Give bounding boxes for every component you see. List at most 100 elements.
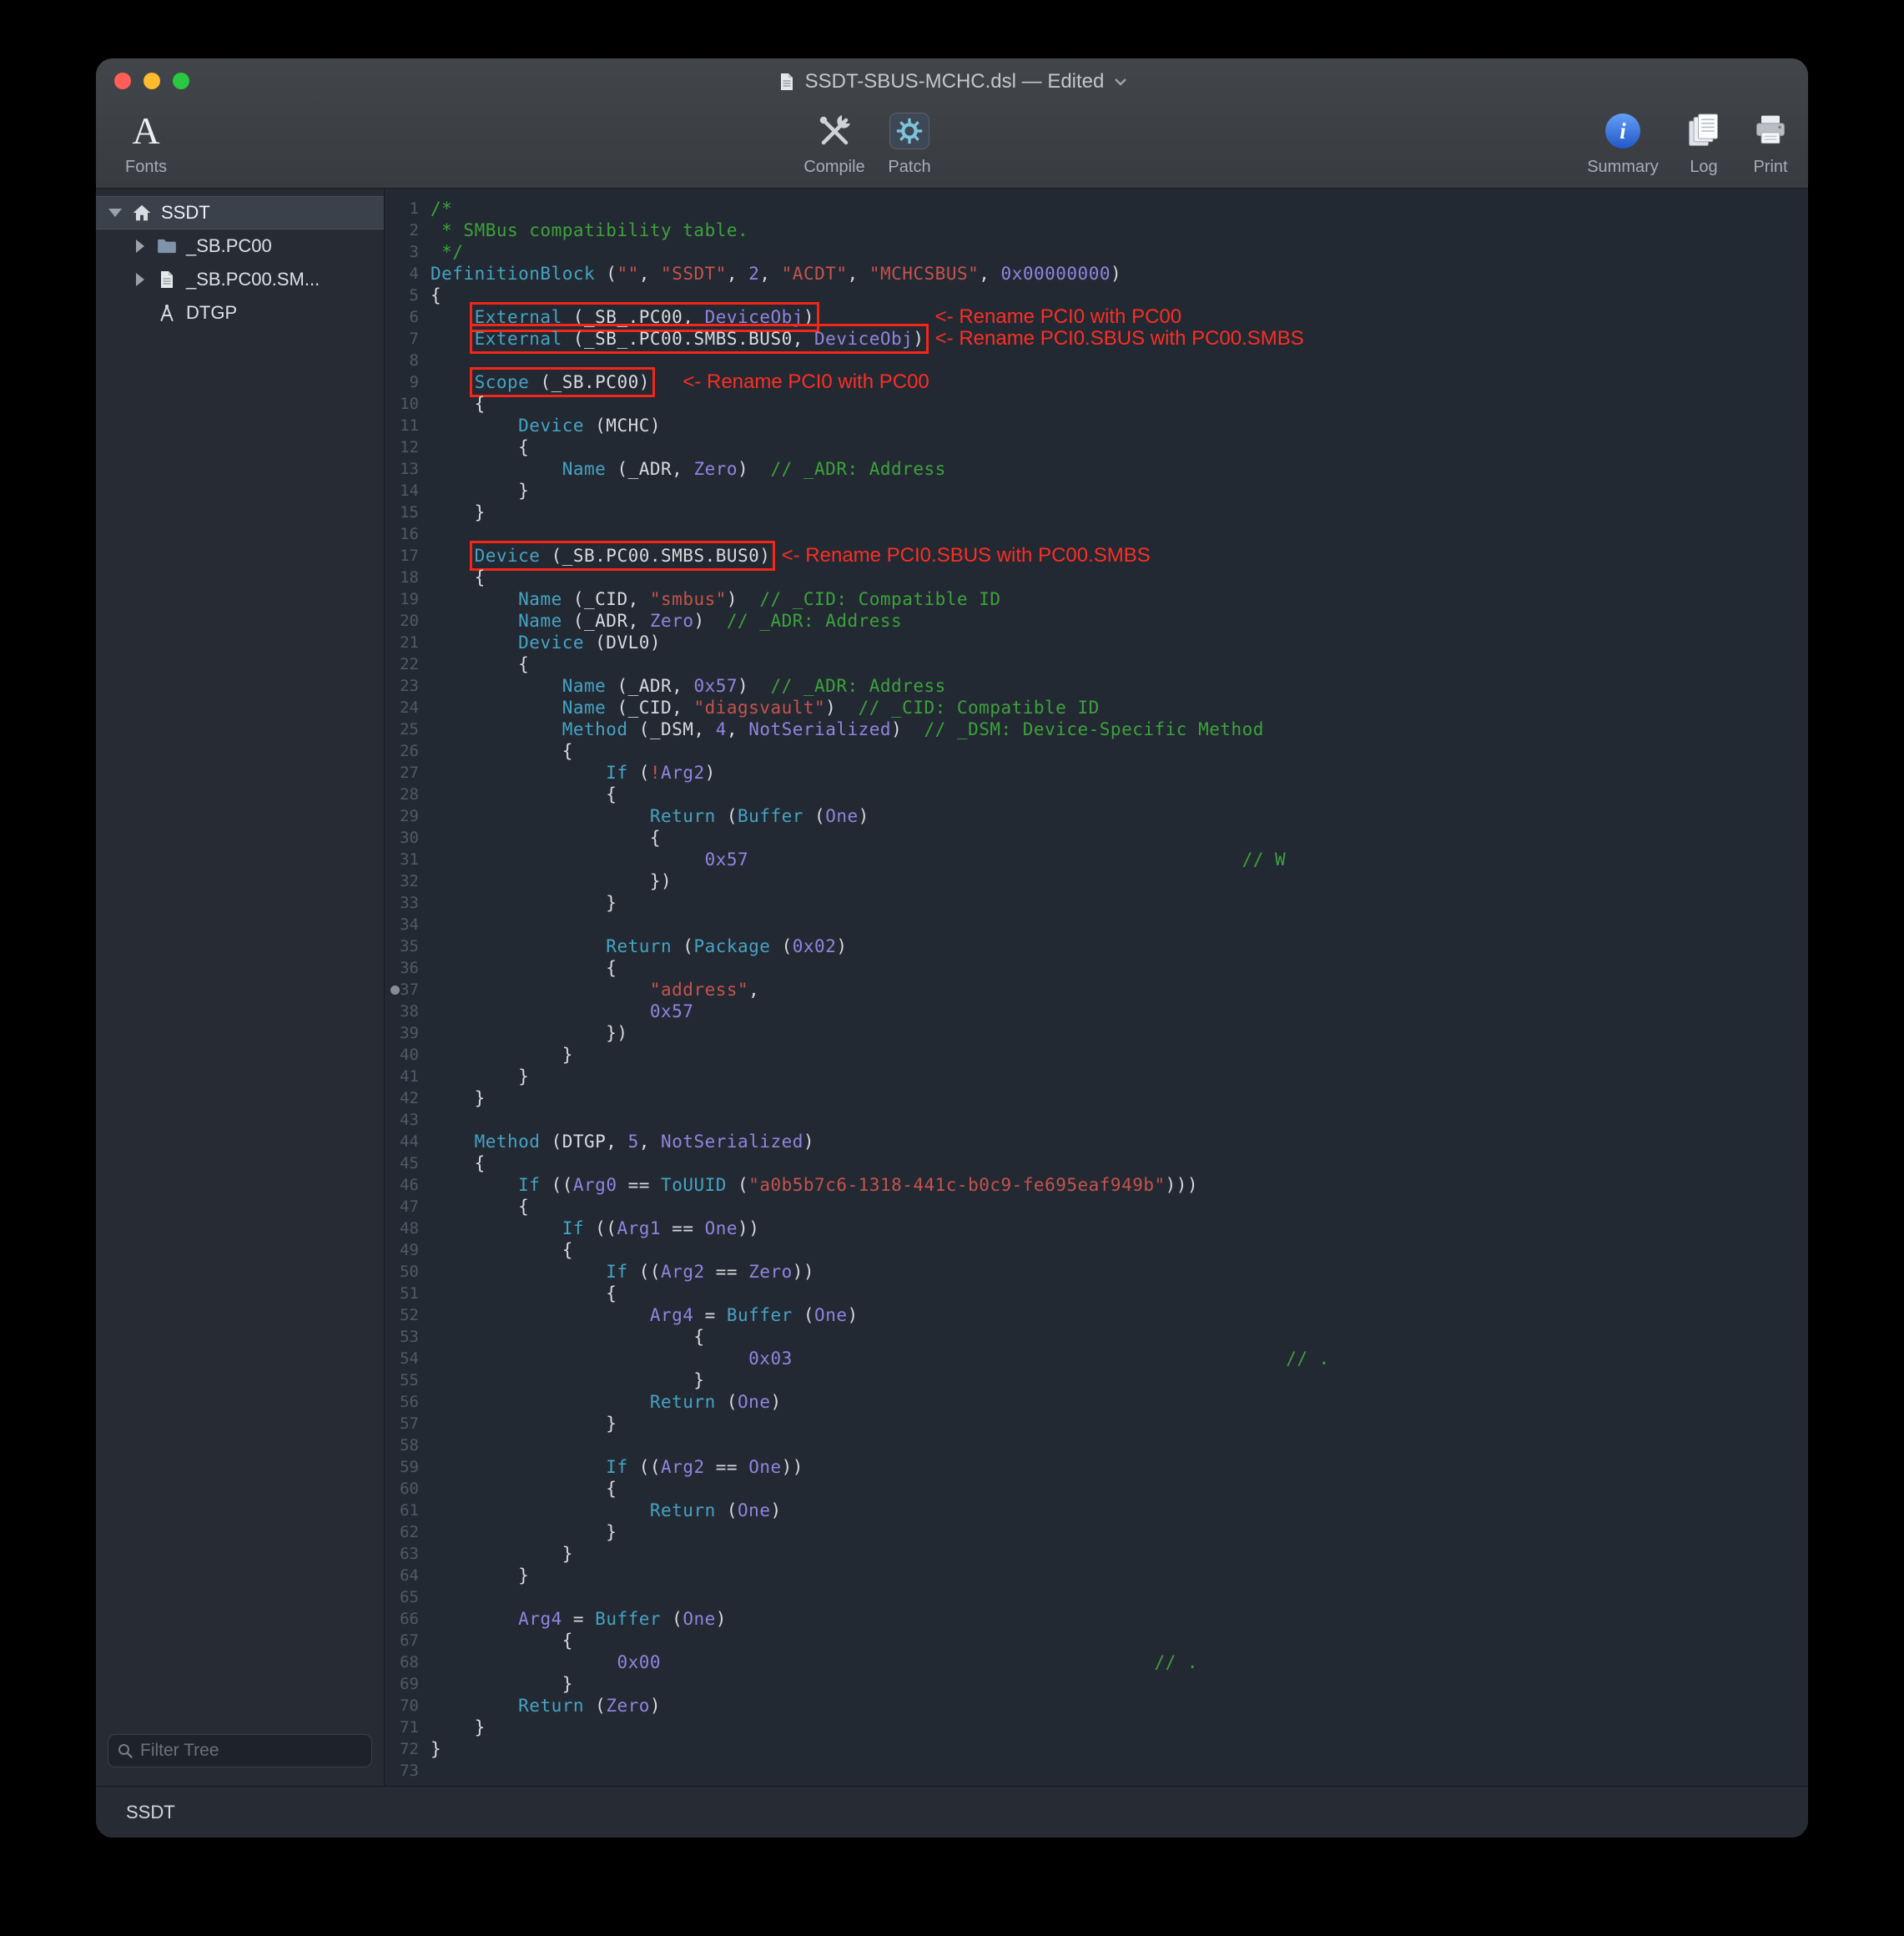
sidebar-item-sb-pc00-sm[interactable]: _SB.PC00.SM...	[96, 263, 384, 296]
code-token: )	[738, 459, 770, 479]
code-line: 15 }	[385, 502, 1808, 523]
code-token: (	[672, 936, 693, 956]
line-number: 4	[385, 263, 431, 285]
code-token: Name	[518, 589, 562, 609]
code-token: Arg0	[573, 1175, 617, 1195]
code-token: ,	[639, 264, 661, 284]
patch-label: Patch	[888, 158, 930, 177]
line-number: 15	[385, 502, 431, 523]
code-token: (_ADR,	[606, 676, 693, 696]
code-token: 0x57	[705, 850, 749, 870]
line-number: 29	[385, 805, 431, 827]
patch-button[interactable]: Patch	[859, 107, 960, 177]
code-token: Name	[562, 676, 607, 696]
line-number: 71	[385, 1717, 431, 1738]
disclosure-right-icon[interactable]	[133, 239, 148, 253]
code-token: Arg2	[661, 1262, 705, 1282]
code-token: 5	[628, 1132, 639, 1152]
code-line: 62 }	[385, 1521, 1808, 1543]
code-token	[431, 698, 562, 718]
code-token	[661, 1652, 1154, 1672]
sidebar-item-dtgp[interactable]: DTGP	[96, 296, 384, 330]
code-token: Method	[475, 1132, 541, 1152]
code-token: }	[431, 1565, 529, 1586]
code-token: (	[595, 264, 617, 284]
line-number: 67	[385, 1630, 431, 1651]
disclosure-right-icon[interactable]	[133, 273, 148, 286]
code-token: ,	[639, 1132, 661, 1152]
code-token: "MCHCSBUS"	[869, 264, 979, 284]
code-token: }	[431, 1522, 617, 1542]
code-line: 34	[385, 914, 1808, 935]
line-number: 56	[385, 1391, 431, 1413]
code-token: ,	[748, 980, 759, 1000]
code-line: 9 Scope (_SB.PC00) <- Rename PCI0 with P…	[385, 371, 1808, 393]
maciasl-window: SSDT-SBUS-MCHC.dsl — Edited A Fonts Comp…	[96, 58, 1808, 1838]
code-token: // _DSM: Device-Specific Method	[924, 719, 1264, 739]
code-token: "SSDT"	[661, 264, 727, 284]
fonts-icon: A	[132, 107, 159, 155]
code-token: {	[431, 1197, 529, 1217]
line-number: 60	[385, 1478, 431, 1500]
line-number: 65	[385, 1586, 431, 1608]
code-line: 60 {	[385, 1478, 1808, 1500]
line-number: 55	[385, 1369, 431, 1391]
tools-icon	[814, 107, 854, 155]
filter-tree-field[interactable]	[108, 1734, 372, 1767]
code-token	[431, 459, 562, 479]
code-line: 5{	[385, 285, 1808, 306]
line-number: 73	[385, 1760, 431, 1782]
title-menu-chevron-icon[interactable]	[1114, 78, 1127, 86]
code-token: (DVL0)	[584, 633, 661, 653]
window-chrome: SSDT-SBUS-MCHC.dsl — Edited A Fonts Comp…	[96, 58, 1808, 189]
code-token: {	[431, 784, 617, 804]
code-token: DeviceObj	[705, 307, 803, 327]
sidebar-item-sb-pc00[interactable]: _SB.PC00	[96, 229, 384, 263]
print-button[interactable]: Print	[1720, 107, 1808, 177]
code-token: Arg2	[661, 763, 705, 783]
line-number: 12	[385, 436, 431, 458]
code-token	[431, 1609, 518, 1629]
line-number: 34	[385, 914, 431, 935]
line-number: 41	[385, 1066, 431, 1087]
code-token	[770, 546, 781, 566]
code-token: )	[716, 1609, 727, 1629]
code-token	[924, 329, 934, 349]
compile-label: Compile	[803, 158, 864, 177]
code-token: "diagsvault"	[693, 698, 825, 718]
filter-tree-input[interactable]	[140, 1741, 366, 1761]
code-token: Return	[606, 936, 672, 956]
line-number: 63	[385, 1543, 431, 1565]
code-line: 13 Name (_ADR, Zero) // _ADR: Address	[385, 458, 1808, 480]
disclosure-down-icon[interactable]	[108, 209, 123, 217]
line-number: 25	[385, 718, 431, 740]
rename-annotation: <- Rename PCI0 with PC00	[935, 305, 1181, 328]
code-token: Buffer	[595, 1609, 661, 1629]
code-line: 59 If ((Arg2 == One))	[385, 1456, 1808, 1478]
document-proxy-icon[interactable]	[777, 72, 797, 92]
code-token: {	[431, 958, 617, 978]
sidebar-item-label: DTGP	[186, 302, 237, 324]
code-token: (	[727, 1175, 748, 1195]
code-token: ,	[848, 264, 869, 284]
code-line: 32 })	[385, 870, 1808, 892]
code-token: ((	[584, 1218, 617, 1238]
line-number: 11	[385, 415, 431, 436]
code-line: 3 */	[385, 241, 1808, 263]
status-bar: SSDT	[96, 1786, 1808, 1838]
code-editor[interactable]: 1/*2 * SMBus compatibility table.3 */4De…	[385, 189, 1808, 1786]
titlebar[interactable]: SSDT-SBUS-MCHC.dsl — Edited	[96, 58, 1808, 103]
code-line: 20 Name (_ADR, Zero) // _ADR: Address	[385, 610, 1808, 632]
code-token: )	[727, 589, 759, 609]
code-token: )	[847, 1305, 858, 1325]
line-marker-dot[interactable]	[390, 986, 400, 995]
code-line: 39 })	[385, 1022, 1808, 1044]
code-token: }	[431, 1544, 573, 1564]
sidebar-item-ssdt[interactable]: SSDT	[96, 196, 384, 229]
fonts-button[interactable]: A Fonts	[96, 107, 196, 177]
code-line: 1/*	[385, 198, 1808, 219]
code-token: * SMBus compatibility table.	[431, 220, 748, 240]
code-token	[431, 1652, 617, 1672]
code-token: ==	[705, 1262, 749, 1282]
code-token: If	[606, 763, 627, 783]
